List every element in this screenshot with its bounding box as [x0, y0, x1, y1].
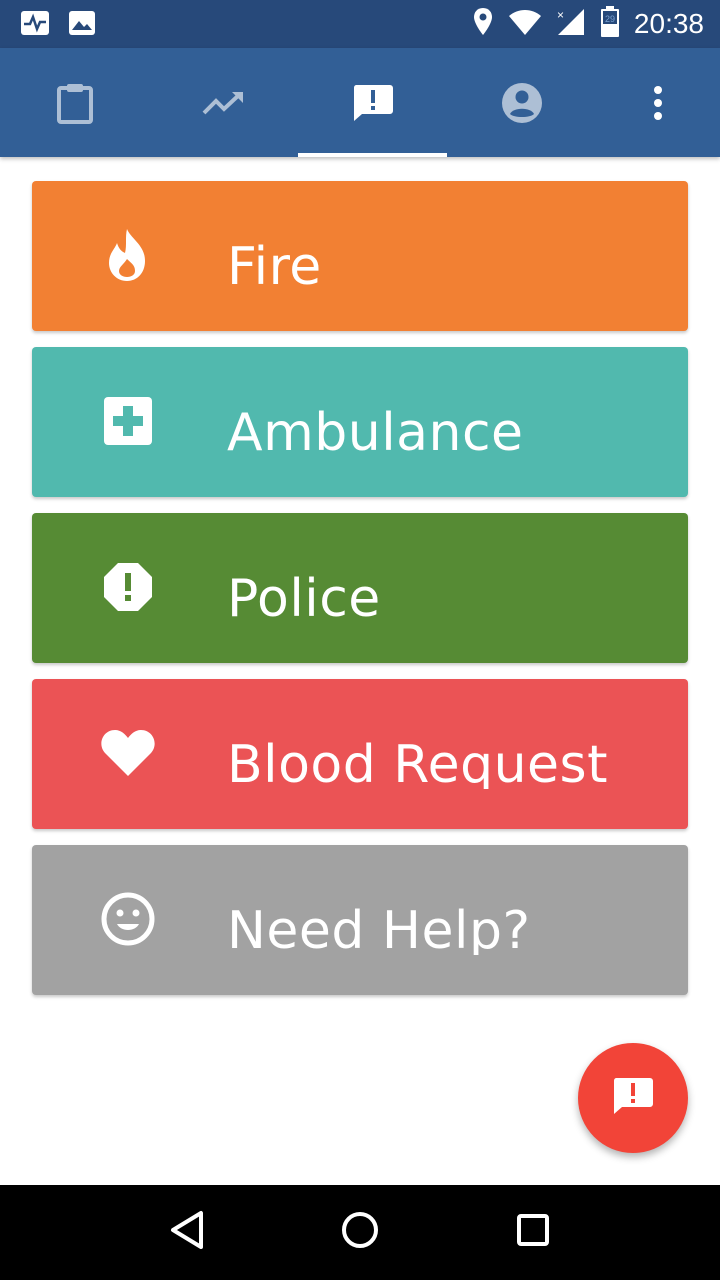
clock: 20:38: [633, 8, 704, 39]
medical-cross-icon: [100, 393, 156, 449]
battery-icon: 29: [600, 5, 620, 43]
card-label: Police: [227, 569, 381, 623]
fire-icon: [100, 227, 156, 283]
alert-message-icon: [612, 1076, 654, 1121]
tab-emergency[interactable]: [298, 48, 447, 157]
tab-bar: [0, 48, 720, 157]
emergency-fab[interactable]: [578, 1043, 688, 1153]
warning-octagon-icon: [100, 559, 156, 615]
location-icon: [472, 7, 494, 42]
recents-button[interactable]: [503, 1203, 563, 1263]
pulse-icon: [20, 10, 50, 41]
trending-up-icon: [202, 89, 246, 117]
account-circle-icon: [501, 82, 543, 124]
home-circle-icon: [340, 1210, 380, 1255]
svg-text:×: ×: [557, 8, 564, 22]
tab-clipboard[interactable]: [0, 48, 149, 157]
overflow-menu-button[interactable]: [596, 48, 720, 157]
tab-profile[interactable]: [447, 48, 596, 157]
system-nav-bar: [0, 1185, 720, 1280]
need-help-card[interactable]: Need Help?: [32, 845, 688, 995]
emergency-list: Fire Ambulance Police Blood Request Need…: [32, 181, 688, 1011]
fire-card[interactable]: Fire: [32, 181, 688, 331]
svg-text:29: 29: [605, 14, 615, 24]
card-label: Need Help?: [227, 901, 531, 955]
card-label: Ambulance: [227, 403, 524, 457]
tab-trending[interactable]: [149, 48, 298, 157]
ambulance-card[interactable]: Ambulance: [32, 347, 688, 497]
clipboard-icon: [55, 82, 95, 124]
back-triangle-icon: [169, 1210, 205, 1255]
card-label: Fire: [227, 237, 322, 291]
signal-icon: ×: [556, 7, 586, 42]
back-button[interactable]: [157, 1203, 217, 1263]
wifi-icon: [508, 8, 542, 41]
home-button[interactable]: [330, 1203, 390, 1263]
police-card[interactable]: Police: [32, 513, 688, 663]
blood-request-card[interactable]: Blood Request: [32, 679, 688, 829]
more-vert-icon: [653, 85, 663, 120]
image-icon: [68, 10, 96, 41]
status-bar: × 29 20:38: [0, 0, 720, 48]
recents-square-icon: [515, 1212, 551, 1253]
card-label: Blood Request: [227, 735, 609, 789]
smiley-icon: [100, 891, 156, 947]
heart-icon: [100, 725, 156, 781]
alert-message-icon: [352, 83, 394, 123]
